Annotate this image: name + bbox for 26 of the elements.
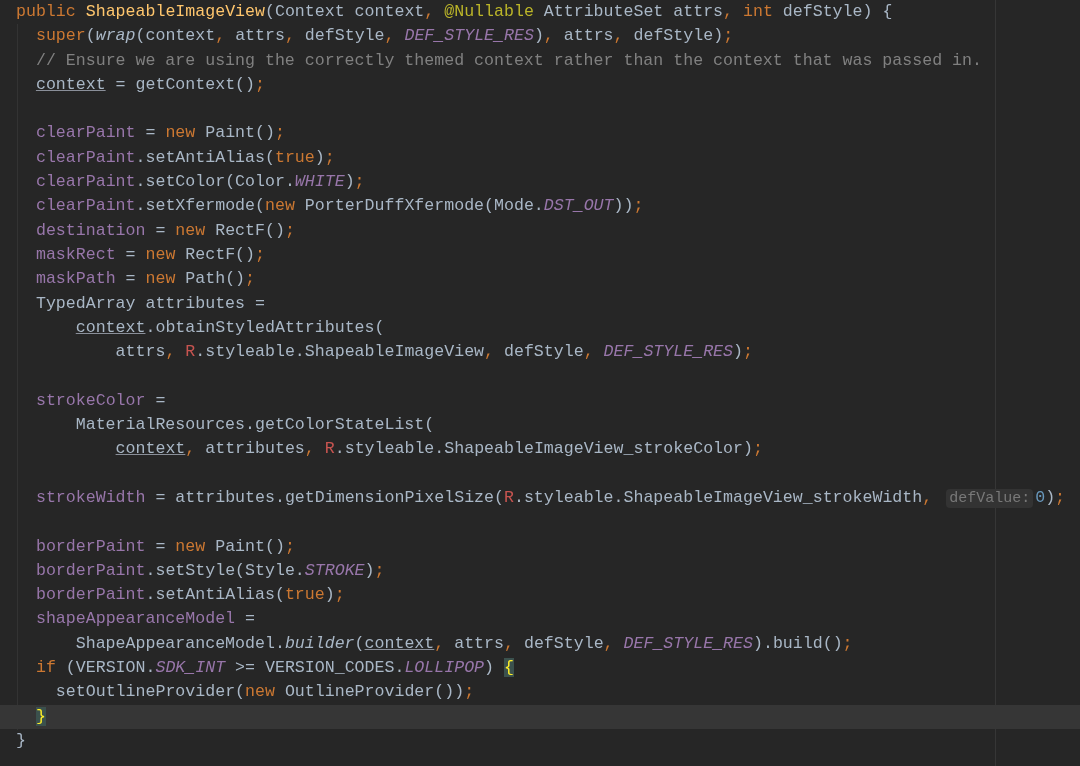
code-line: } (15, 729, 27, 752)
code-line: ShapeAppearanceModel.builder(context, attrs, defStyle, DEF_STYLE_RES).build(); (74, 632, 854, 655)
code-line: shapeAppearanceModel = (34, 608, 257, 631)
code-line: MaterialResources.getColorStateList( (74, 414, 436, 437)
code-line: clearPaint.setXfermode(new PorterDuffXfermode(Mode.DST_OUT)); (34, 195, 645, 218)
code-line: TypedArray attributes = (34, 292, 266, 315)
code-line: super(wrap(context, attrs, defStyle, DEF_STYLE_RES), attrs, defStyle); (34, 25, 735, 48)
code-line: // Ensure we are using the correctly themed context rather than the context that was passed in. (34, 49, 983, 72)
code-line: maskRect = new RectF(); (34, 243, 266, 266)
code-line: public ShapeableImageView(Context context, @Nullable AttributeSet attrs, int defStyle) { (15, 1, 894, 23)
code-line: strokeWidth = attributes.getDimensionPixelSize(R.styleable.ShapeableImageView_strokeWidth, defValue: 0); (34, 486, 1067, 510)
code-line: borderPaint.setAntiAlias(true); (34, 584, 346, 607)
code-line: borderPaint.setStyle(Style.STROKE); (34, 559, 386, 582)
code-line: maskPath = new Path(); (34, 268, 257, 291)
code-line: context, attributes, R.styleable.ShapeableImageView_strokeColor); (114, 438, 764, 461)
code-line: clearPaint.setAntiAlias(true); (34, 146, 336, 169)
code-line: strokeColor = (34, 389, 167, 412)
code-line: setOutlineProvider(new OutlineProvider()); (54, 681, 476, 704)
code-line: clearPaint.setColor(Color.WHITE); (34, 171, 366, 194)
code-line: context = getContext(); (34, 73, 266, 96)
code-line: if (VERSION.SDK_INT >= VERSION_CODES.LOLLIPOP) { (34, 657, 515, 680)
code-line: clearPaint = new Paint(); (34, 122, 286, 145)
code-line: destination = new RectF(); (34, 219, 296, 242)
code-line: context.obtainStyledAttributes( (74, 316, 386, 339)
code-line: borderPaint = new Paint(); (34, 535, 296, 558)
code-line: attrs, R.styleable.ShapeableImageView, defStyle, DEF_STYLE_RES); (114, 341, 754, 364)
